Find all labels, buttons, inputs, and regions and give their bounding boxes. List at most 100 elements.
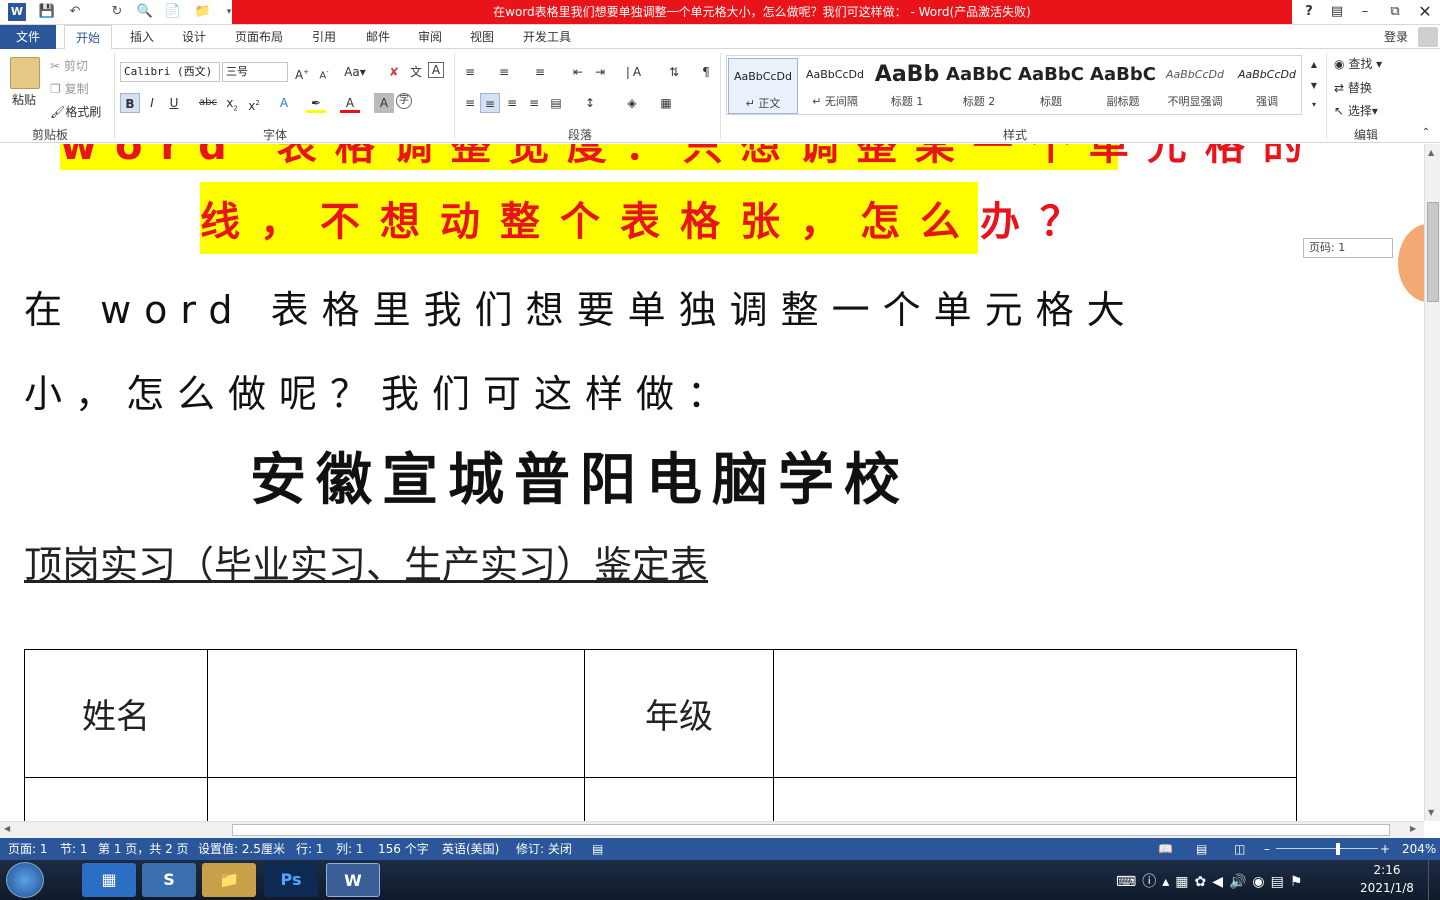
- multilevel-list-icon[interactable]: ≡: [530, 62, 550, 82]
- taskbar-sogou-icon[interactable]: S: [142, 863, 196, 897]
- numbering-icon[interactable]: ≡: [494, 62, 514, 82]
- redo-icon[interactable]: ↻: [108, 3, 126, 21]
- word-app-icon[interactable]: W: [8, 3, 26, 21]
- status-page-count[interactable]: 第 1 页，共 2 页: [98, 838, 189, 860]
- scroll-thumb[interactable]: [1427, 202, 1439, 302]
- tab-mailings[interactable]: 邮件: [356, 25, 400, 49]
- tab-design[interactable]: 设计: [172, 25, 216, 49]
- grade-value-cell[interactable]: [773, 649, 1297, 778]
- system-tray-icons[interactable]: ⌨ⓘ▴▦✿◀🔊◉▤⚑: [1116, 871, 1308, 891]
- zoom-slider-thumb[interactable]: [1336, 843, 1340, 855]
- align-left-icon[interactable]: ≡: [460, 93, 480, 113]
- grade-label-cell[interactable]: 年级: [584, 649, 774, 778]
- show-marks-icon[interactable]: ¶: [696, 62, 716, 82]
- status-page[interactable]: 页面: 1: [8, 838, 48, 860]
- distributed-icon[interactable]: ▤: [546, 93, 566, 113]
- gallery-down-icon[interactable]: ▼: [1304, 76, 1324, 94]
- scroll-left-icon[interactable]: ◀: [4, 824, 10, 833]
- borders-icon[interactable]: ▦: [656, 93, 676, 113]
- style-heading2[interactable]: AaBbC 标题 2: [944, 57, 1014, 113]
- show-desktop-button[interactable]: [1428, 860, 1440, 900]
- align-center-icon[interactable]: ≡: [480, 93, 500, 113]
- underline-button[interactable]: U: [164, 93, 184, 113]
- style-title[interactable]: AaBbC 标题: [1016, 57, 1086, 113]
- style-emphasis[interactable]: AaBbCcDd 强调: [1232, 57, 1302, 113]
- sort-icon[interactable]: ⇅: [664, 62, 684, 82]
- cut-button[interactable]: ✂ 剪切: [50, 57, 88, 74]
- tab-insert[interactable]: 插入: [120, 25, 164, 49]
- tab-home[interactable]: 开始: [64, 25, 112, 50]
- justify-icon[interactable]: ≡: [524, 93, 544, 113]
- style-normal[interactable]: AaBbCcDd ↵ 正文: [728, 58, 798, 114]
- find-button[interactable]: ◉ 查找 ▾: [1334, 55, 1382, 72]
- zoom-out-button[interactable]: –: [1264, 838, 1270, 860]
- italic-button[interactable]: I: [142, 93, 162, 113]
- help-button[interactable]: ?: [1296, 2, 1322, 22]
- tab-file[interactable]: 文件: [0, 25, 56, 49]
- minimize-button[interactable]: –: [1352, 2, 1378, 22]
- zoom-slider-track[interactable]: [1276, 848, 1378, 849]
- status-column[interactable]: 列: 1: [336, 838, 364, 860]
- taskbar-app-grid-icon[interactable]: ▦: [82, 863, 136, 897]
- taskbar-photoshop-icon[interactable]: Ps: [264, 863, 318, 897]
- font-color-icon[interactable]: A: [340, 93, 360, 113]
- table-cell[interactable]: [584, 777, 774, 821]
- horizontal-scrollbar[interactable]: ◀ ▶: [0, 821, 1424, 838]
- appraisal-table[interactable]: 姓名 年级: [24, 649, 1297, 821]
- status-word-count[interactable]: 156 个字: [378, 838, 429, 860]
- text-effects-icon[interactable]: A: [274, 93, 294, 113]
- collapse-ribbon-icon[interactable]: ⌃: [1416, 123, 1436, 143]
- char-shading-icon[interactable]: A: [374, 93, 394, 113]
- select-button[interactable]: ↖ 选择▾: [1334, 102, 1378, 119]
- align-right-icon[interactable]: ≡: [502, 93, 522, 113]
- char-border-icon[interactable]: A: [428, 62, 444, 78]
- shrink-font-icon[interactable]: A-: [314, 62, 334, 82]
- style-heading1[interactable]: AaBb 标题 1: [872, 57, 942, 113]
- table-cell[interactable]: [24, 777, 208, 821]
- strikethrough-button[interactable]: abc: [198, 93, 218, 113]
- status-track-changes[interactable]: 修订: 关闭: [516, 838, 572, 860]
- print-layout-icon[interactable]: ▤: [1196, 838, 1207, 860]
- font-size-combo[interactable]: 三号: [222, 62, 288, 82]
- new-document-icon[interactable]: 📄: [164, 3, 182, 21]
- tab-references[interactable]: 引用: [302, 25, 346, 49]
- restore-button[interactable]: ⧉: [1382, 2, 1408, 22]
- style-subtle-emphasis[interactable]: AaBbCcDd 不明显强调: [1160, 57, 1230, 113]
- subscript-button[interactable]: x2: [222, 93, 242, 113]
- clipboard-icon[interactable]: [10, 57, 40, 89]
- enclose-char-icon[interactable]: 字: [396, 93, 412, 109]
- pinyin-icon[interactable]: 文: [406, 62, 426, 82]
- status-section[interactable]: 节: 1: [60, 838, 88, 860]
- tab-developer[interactable]: 开发工具: [514, 25, 580, 49]
- line-spacing-icon[interactable]: ↕: [580, 93, 600, 113]
- gallery-up-icon[interactable]: ▲: [1304, 55, 1324, 73]
- close-button[interactable]: ✕: [1412, 2, 1438, 22]
- zoom-level[interactable]: 204%: [1402, 838, 1436, 860]
- style-no-spacing[interactable]: AaBbCcDd ↵ 无间隔: [800, 57, 870, 113]
- ribbon-display-options-icon[interactable]: ▤: [1324, 2, 1350, 22]
- clear-format-icon[interactable]: ✘: [384, 62, 404, 82]
- login-link[interactable]: 登录: [1376, 25, 1416, 49]
- undo-icon[interactable]: ↶: [66, 3, 84, 21]
- gallery-more-icon[interactable]: ▾: [1304, 95, 1324, 113]
- name-value-cell[interactable]: [207, 649, 585, 778]
- scroll-up-icon[interactable]: ▲: [1428, 148, 1434, 157]
- taskbar-word-icon[interactable]: W: [326, 863, 380, 897]
- tab-layout[interactable]: 页面布局: [226, 25, 292, 49]
- document-area[interactable]: word 表格调整宽度：只想调整某一个单元格的 线，不想动整个表格张，怎么办？ …: [0, 144, 1424, 821]
- tab-review[interactable]: 审阅: [408, 25, 452, 49]
- font-name-combo[interactable]: Calibri (西文): [120, 62, 220, 82]
- taskbar-explorer-icon[interactable]: 📁: [202, 863, 256, 897]
- copy-button[interactable]: ❐ 复制: [50, 80, 89, 97]
- scroll-right-icon[interactable]: ▶: [1410, 824, 1416, 833]
- highlight-color-icon[interactable]: ✒: [306, 93, 326, 113]
- decrease-indent-icon[interactable]: ⇤: [568, 62, 588, 82]
- superscript-button[interactable]: x2: [244, 93, 264, 113]
- replace-button[interactable]: ⇄ 替换: [1334, 79, 1372, 96]
- vertical-scrollbar[interactable]: ▲ ▼: [1424, 144, 1440, 821]
- tab-view[interactable]: 视图: [460, 25, 504, 49]
- table-cell[interactable]: [207, 777, 585, 821]
- chinese-layout-icon[interactable]: ❘A: [622, 62, 642, 82]
- open-folder-icon[interactable]: 📁: [194, 3, 212, 21]
- clock-date[interactable]: 2021/1/8: [1356, 881, 1418, 895]
